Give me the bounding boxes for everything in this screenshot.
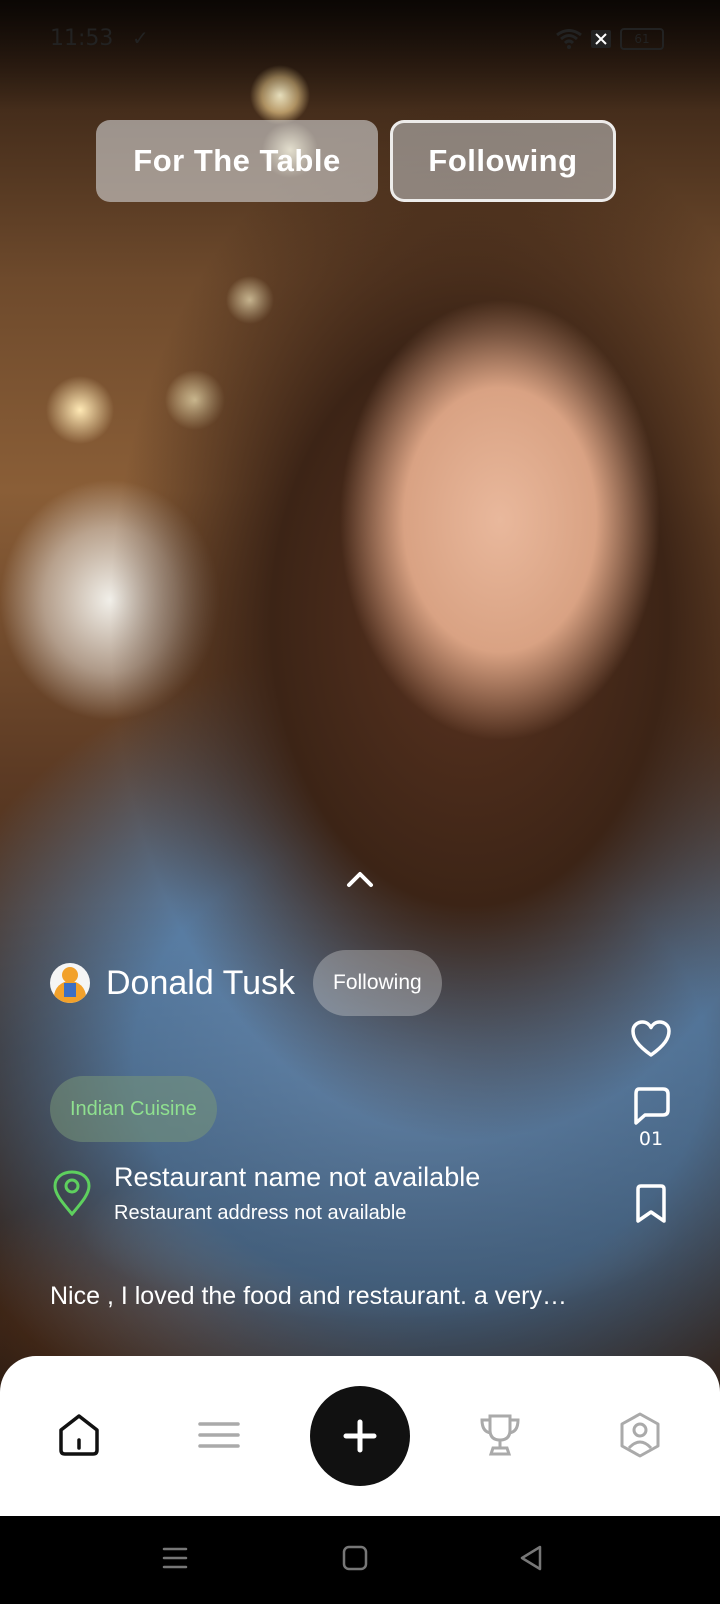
like-button[interactable] — [626, 1020, 676, 1058]
bookmark-button[interactable] — [626, 1184, 676, 1224]
status-bar: 11:53 ✓ 61 — [0, 0, 720, 80]
cuisine-tag[interactable]: Indian Cuisine — [50, 1076, 217, 1142]
location-pin-icon — [53, 1170, 91, 1216]
restaurant-address: Restaurant address not available — [114, 1202, 407, 1224]
menu-icon[interactable] — [198, 1412, 240, 1458]
notification-check-icon: ✓ — [132, 26, 149, 50]
battery-level: 61 — [634, 32, 650, 46]
status-time: 11:53 — [50, 26, 114, 51]
sim-icon — [591, 30, 611, 48]
add-post-button[interactable] — [310, 1386, 410, 1486]
restaurant-name[interactable]: Restaurant name not available — [114, 1162, 480, 1193]
wifi-icon — [556, 29, 582, 49]
back-icon[interactable] — [518, 1544, 544, 1572]
following-button[interactable]: Following — [313, 950, 442, 1016]
home-icon[interactable] — [56, 1412, 102, 1458]
feed-tabs: For The Table Following — [96, 120, 616, 202]
comment-icon — [634, 1087, 670, 1125]
tab-following[interactable]: Following — [390, 120, 616, 202]
recent-apps-icon[interactable] — [162, 1544, 188, 1572]
status-icons: 61 — [556, 28, 664, 50]
profile-icon[interactable] — [618, 1412, 662, 1458]
plus-icon — [343, 1419, 377, 1453]
post-author: Donald Tusk Following — [50, 950, 442, 1016]
bookmark-icon — [636, 1184, 666, 1223]
comment-button[interactable]: 01 — [626, 1086, 676, 1150]
post-caption[interactable]: Nice , I loved the food and restaurant. … — [50, 1282, 670, 1311]
home-button-icon[interactable] — [342, 1544, 368, 1572]
bottom-nav — [0, 1356, 720, 1516]
system-nav-bar — [0, 1516, 720, 1604]
avatar[interactable] — [50, 963, 90, 1003]
tab-for-the-table[interactable]: For The Table — [96, 120, 378, 202]
following-label: Following — [333, 971, 422, 994]
trophy-icon[interactable] — [478, 1412, 522, 1458]
comment-count: 01 — [638, 1128, 664, 1150]
cuisine-label: Indian Cuisine — [70, 1097, 197, 1120]
user-name[interactable]: Donald Tusk — [106, 964, 295, 1003]
chevron-up-icon[interactable] — [346, 870, 374, 888]
battery-icon: 61 — [620, 28, 664, 50]
heart-icon — [631, 1020, 671, 1057]
